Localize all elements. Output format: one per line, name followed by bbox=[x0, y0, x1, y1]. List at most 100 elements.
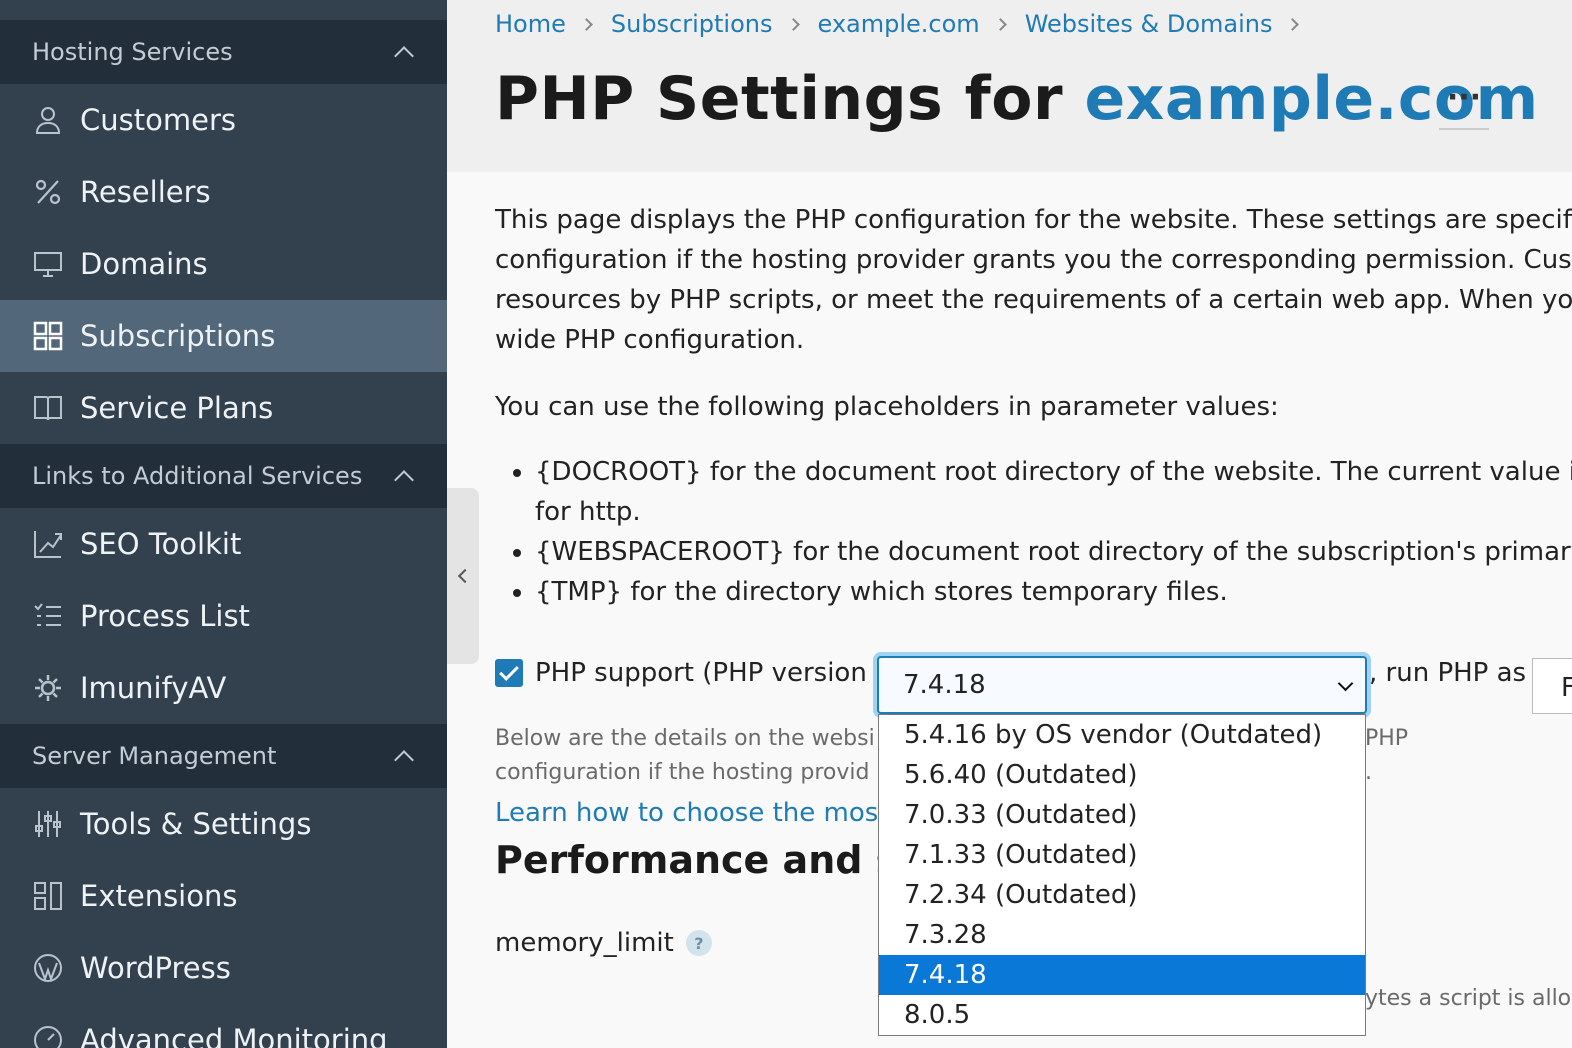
sidebar-item-imunifyav[interactable]: ImunifyAV bbox=[0, 652, 447, 724]
chevron-right-icon bbox=[993, 17, 1007, 31]
list-item-continuation: for http. bbox=[535, 497, 641, 527]
sidebar-item-label: Customers bbox=[80, 103, 236, 137]
sidebar-item-domains[interactable]: Domains bbox=[0, 228, 447, 300]
book-icon bbox=[32, 392, 64, 424]
sidebar-item-label: Advanced Monitoring bbox=[80, 1023, 388, 1048]
sidebar-top bbox=[0, 0, 447, 20]
help-icon[interactable]: ? bbox=[685, 930, 712, 956]
monitoring-icon bbox=[32, 1024, 64, 1048]
page-description: This page displays the PHP configuration… bbox=[495, 200, 1572, 360]
sidebar-item-label: ImunifyAV bbox=[80, 671, 227, 705]
section-title: Links to Additional Services bbox=[32, 462, 363, 490]
chevron-left-icon bbox=[457, 568, 473, 584]
dropdown-option[interactable]: 5.6.40 (Outdated) bbox=[879, 755, 1365, 795]
monitor-icon bbox=[32, 248, 64, 280]
dropdown-option[interactable]: 5.4.16 by OS vendor (Outdated) bbox=[879, 715, 1365, 755]
placeholders-intro: You can use the following placeholders i… bbox=[495, 392, 1279, 422]
sidebar-item-seo-toolkit[interactable]: SEO Toolkit bbox=[0, 508, 447, 580]
breadcrumb-subscriptions[interactable]: Subscriptions bbox=[611, 10, 773, 38]
sidebar-item-extensions[interactable]: Extensions bbox=[0, 860, 447, 932]
memory-limit-label: memory_limit bbox=[495, 928, 674, 958]
breadcrumb-home[interactable]: Home bbox=[495, 10, 566, 38]
section-server-management[interactable]: Server Management bbox=[0, 724, 447, 788]
sidebar-item-customers[interactable]: Customers bbox=[0, 84, 447, 156]
gear-icon bbox=[32, 672, 64, 704]
learn-php-version-link[interactable]: Learn how to choose the mos bbox=[495, 798, 878, 828]
grid-icon bbox=[32, 320, 64, 352]
sidebar-item-advanced-monitoring[interactable]: Advanced Monitoring bbox=[0, 1004, 447, 1048]
dropdown-option[interactable]: 7.0.33 (Outdated) bbox=[879, 795, 1365, 835]
dropdown-option-selected[interactable]: 7.4.18 bbox=[879, 955, 1365, 995]
dropdown-option[interactable]: 7.3.28 bbox=[879, 915, 1365, 955]
chevron-up-icon bbox=[394, 750, 414, 770]
placeholders-list: {DOCROOT} for the document root director… bbox=[495, 452, 1572, 612]
php-support-label: PHP support (PHP version bbox=[535, 658, 867, 688]
sidebar-item-label: SEO Toolkit bbox=[80, 527, 242, 561]
main-content: This page displays the PHP configuration… bbox=[495, 200, 1572, 1011]
php-support-checkbox[interactable] bbox=[495, 659, 523, 687]
note-line: Below are the details on the websi bbox=[495, 726, 875, 751]
dropdown-option[interactable]: 8.0.5 bbox=[879, 995, 1365, 1035]
description-line: configuration if the hosting provider gr… bbox=[495, 245, 1572, 275]
memory-limit-row: memory_limit ? bbox=[495, 928, 712, 958]
sidebar-item-label: Extensions bbox=[80, 879, 238, 913]
chart-icon bbox=[32, 528, 64, 560]
sidebar-item-service-plans[interactable]: Service Plans bbox=[0, 372, 447, 444]
wordpress-icon bbox=[32, 952, 64, 984]
memory-limit-hint: ytes a script is allow bbox=[1365, 986, 1572, 1011]
sidebar-item-label: Subscriptions bbox=[80, 319, 276, 353]
run-php-as-value: F bbox=[1561, 673, 1572, 703]
list-icon bbox=[32, 600, 64, 632]
section-links-additional[interactable]: Links to Additional Services bbox=[0, 444, 447, 508]
php-version-dropdown: 5.4.16 by OS vendor (Outdated) 5.6.40 (O… bbox=[878, 714, 1366, 1036]
chevron-right-icon bbox=[580, 17, 593, 31]
section-hosting-services[interactable]: Hosting Services bbox=[0, 20, 447, 84]
run-php-as-select[interactable]: F bbox=[1532, 658, 1572, 714]
breadcrumb-websites-domains[interactable]: Websites & Domains bbox=[1025, 10, 1273, 38]
sidebar-item-process-list[interactable]: Process List bbox=[0, 580, 447, 652]
sidebar-item-wordpress[interactable]: WordPress bbox=[0, 932, 447, 1004]
breadcrumb-domain[interactable]: example.com bbox=[818, 10, 980, 38]
php-version-select[interactable]: 7.4.18 bbox=[877, 656, 1367, 714]
note-line: configuration if the hosting provid bbox=[495, 760, 870, 785]
description-line: wide PHP configuration. bbox=[495, 325, 805, 355]
chevron-up-icon bbox=[394, 46, 414, 66]
description-line: resources by PHP scripts, or meet the re… bbox=[495, 285, 1572, 315]
php-version-selected: 7.4.18 bbox=[903, 670, 986, 700]
user-icon bbox=[32, 104, 64, 136]
chevron-up-icon bbox=[394, 470, 414, 490]
sidebar-item-label: WordPress bbox=[80, 951, 231, 985]
sidebar-item-label: Tools & Settings bbox=[80, 807, 312, 841]
sidebar-item-label: Domains bbox=[80, 247, 208, 281]
php-hint-fragment: PHP . bbox=[1365, 722, 1408, 790]
dropdown-option[interactable]: 7.1.33 (Outdated) bbox=[879, 835, 1365, 875]
sidebar: Hosting Services Customers Resellers Dom… bbox=[0, 0, 447, 1048]
percent-icon bbox=[32, 176, 64, 208]
chevron-right-icon bbox=[786, 17, 800, 31]
sidebar-item-tools-settings[interactable]: Tools & Settings bbox=[0, 788, 447, 860]
php-support-row: PHP support (PHP version bbox=[495, 658, 867, 688]
performance-heading: Performance and se bbox=[495, 838, 925, 882]
more-actions-button[interactable]: ··· bbox=[1439, 80, 1489, 130]
sidebar-item-label: Service Plans bbox=[80, 391, 274, 425]
chevron-down-icon bbox=[1337, 675, 1354, 692]
run-php-as-label: , run PHP as bbox=[1369, 658, 1527, 688]
page-header: Home Subscriptions example.com Websites … bbox=[447, 0, 1572, 172]
dropdown-option[interactable]: 7.2.34 (Outdated) bbox=[879, 875, 1365, 915]
sidebar-item-label: Process List bbox=[80, 599, 250, 633]
section-title: Hosting Services bbox=[32, 38, 233, 66]
sidebar-item-resellers[interactable]: Resellers bbox=[0, 156, 447, 228]
extensions-icon bbox=[32, 880, 64, 912]
sliders-icon bbox=[32, 808, 64, 840]
breadcrumb: Home Subscriptions example.com Websites … bbox=[495, 10, 1317, 38]
chevron-right-icon bbox=[1286, 17, 1300, 31]
note-line: PHP bbox=[1365, 726, 1409, 751]
list-item: {DOCROOT} for the document root director… bbox=[535, 452, 1572, 492]
sidebar-item-subscriptions[interactable]: Subscriptions bbox=[0, 300, 447, 372]
php-details-note: Below are the details on the websi confi… bbox=[495, 722, 875, 790]
sidebar-item-label: Resellers bbox=[80, 175, 211, 209]
sidebar-collapse-handle[interactable] bbox=[447, 488, 479, 664]
list-item: {WEBSPACEROOT} for the document root dir… bbox=[535, 532, 1572, 572]
note-line: . bbox=[1365, 760, 1372, 785]
page-title-prefix: PHP Settings for bbox=[495, 64, 1085, 134]
